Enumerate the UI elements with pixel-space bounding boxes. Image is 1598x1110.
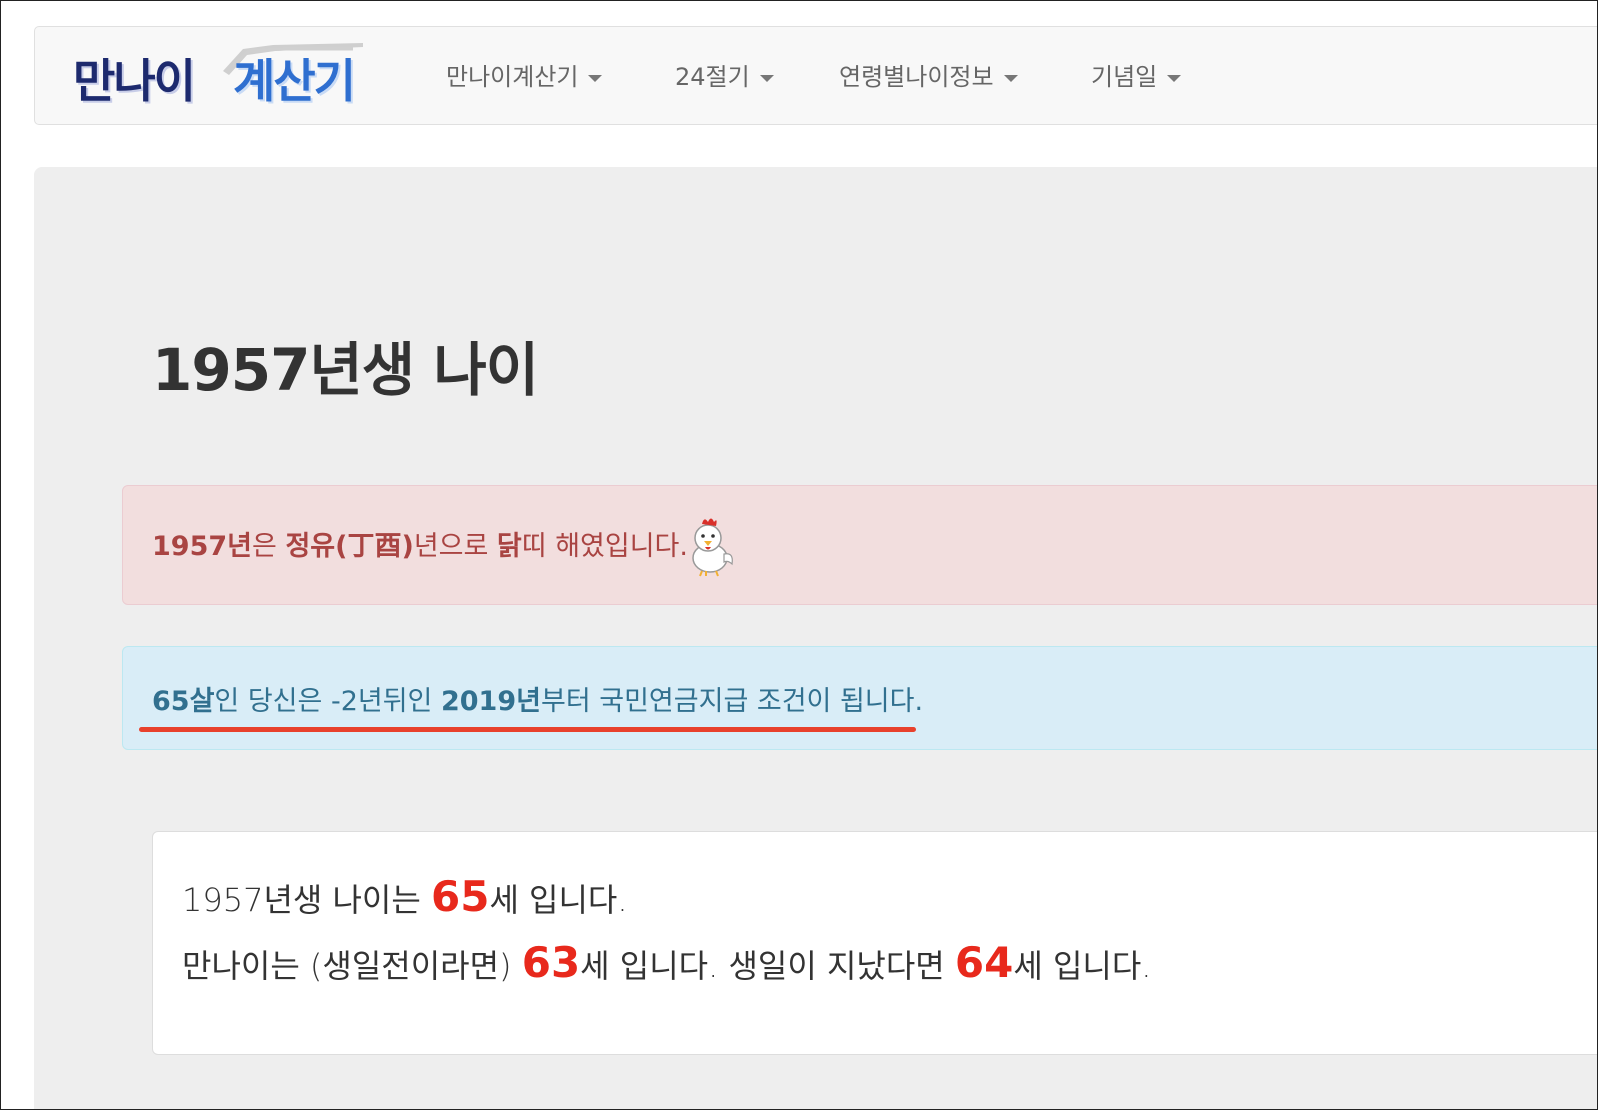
main-content-panel: 1957년생 나이 1957년은 정유(丁酉)년으로 닭띠 해였입니다. 65살… <box>34 167 1597 1109</box>
nav-item-age-info[interactable]: 연령별나이정보 <box>839 57 1018 97</box>
age-before-birthday-value: 63 <box>521 938 581 987</box>
current-age: 65살 <box>152 686 215 717</box>
pension-year: 2019년 <box>440 686 541 717</box>
brand-text-part2: 계산기 <box>233 54 356 108</box>
korean-age-value: 65 <box>430 872 490 921</box>
brand-text-part1: 만나이 <box>73 54 196 108</box>
international-age-line: 만나이는 (생일전이라면) 63세 입니다. 생일이 지났다면 64세 입니다. <box>182 938 1152 987</box>
top-navbar: 만나이 계산기 만나이계산기 24절기 연령별나이정보 기념일 <box>34 26 1597 125</box>
nav-item-anniversary[interactable]: 기념일 <box>1091 57 1182 97</box>
chevron-down-icon <box>1167 74 1182 82</box>
pension-alert-text: 65살인 당신은 -2년뒤인 2019년부터 국민연금지급 조건이 됩니다. <box>152 686 924 717</box>
browser-viewport: 만나이 계산기 만나이계산기 24절기 연령별나이정보 기념일 1957년생 나… <box>0 0 1598 1110</box>
birth-year: 1957년 <box>152 531 252 562</box>
nav-item-age-calculator[interactable]: 만나이계산기 <box>446 57 603 97</box>
age-after-birthday-value: 64 <box>954 938 1014 987</box>
chevron-down-icon <box>588 74 603 82</box>
korean-age-line: 1957년생 나이는 65세 입니다. <box>182 872 628 921</box>
nav-label: 24절기 <box>675 63 750 91</box>
age-result-card: 1957년생 나이는 65세 입니다. 만나이는 (생일전이라면) 63세 입니… <box>152 831 1597 1055</box>
zodiac-alert-text: 1957년은 정유(丁酉)년으로 닭띠 해였입니다. <box>152 531 688 562</box>
chevron-down-icon <box>1003 74 1018 82</box>
red-underline-annotation <box>139 727 916 732</box>
pension-alert: 65살인 당신은 -2년뒤인 2019년부터 국민연금지급 조건이 됩니다. <box>122 646 1597 750</box>
page-title: 1957년생 나이 <box>152 336 539 404</box>
ganji-year: 정유(丁酉) <box>285 531 414 562</box>
nav-label: 만나이계산기 <box>446 63 579 91</box>
nav-item-solar-terms[interactable]: 24절기 <box>675 57 774 97</box>
zodiac-alert: 1957년은 정유(丁酉)년으로 닭띠 해였입니다. <box>122 485 1597 605</box>
brand-logo[interactable]: 만나이 계산기 <box>73 41 393 117</box>
nav-label: 연령별나이정보 <box>839 63 994 91</box>
chevron-down-icon <box>759 74 774 82</box>
nav-label: 기념일 <box>1091 63 1158 91</box>
rooster-chick-icon <box>692 518 733 577</box>
zodiac-animal: 닭 <box>496 531 522 562</box>
